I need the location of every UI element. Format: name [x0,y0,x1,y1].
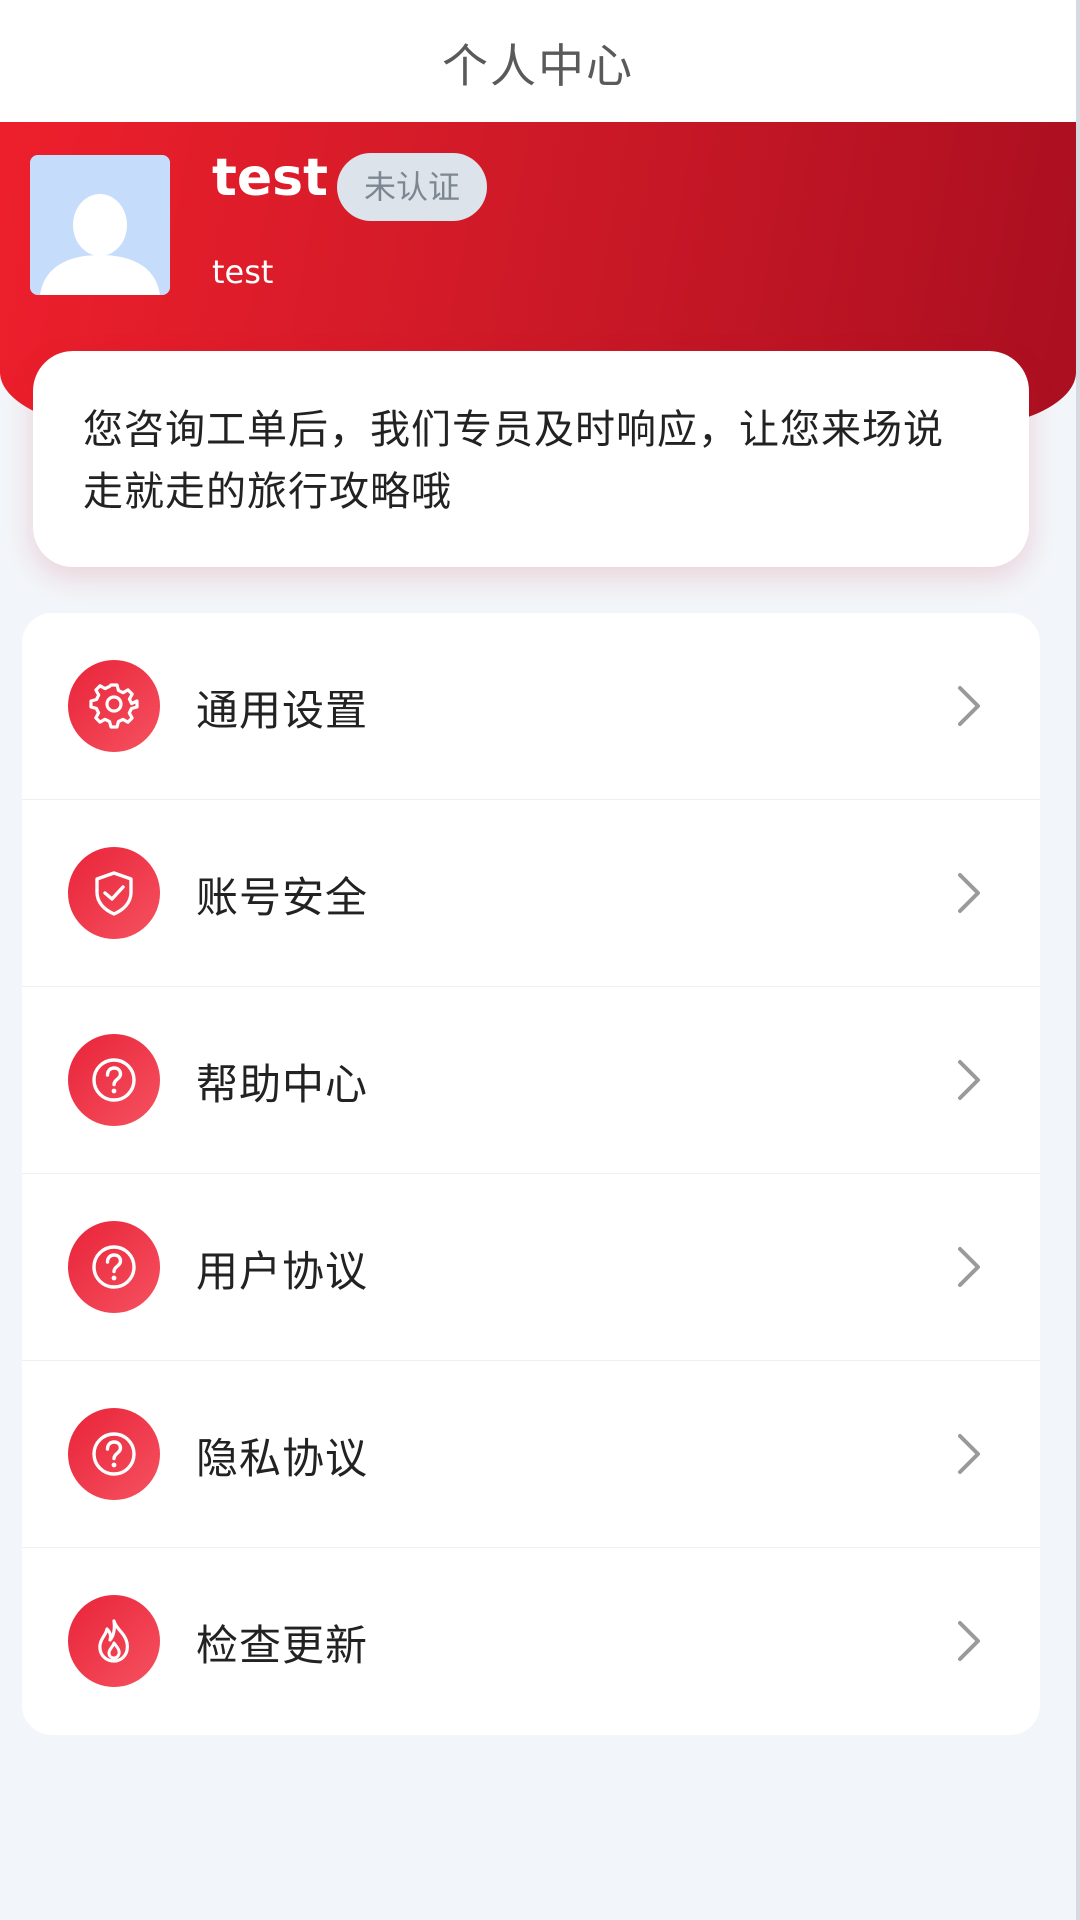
profile-account: test [212,253,274,291]
avatar[interactable] [30,155,170,295]
menu-item-label: 帮助中心 [196,1060,369,1109]
settings-menu: 通用设置 账号安全 帮助中心 用户协议 隐私协议 检查更新 [22,613,1040,1735]
menu-item-label: 通用设置 [196,686,369,735]
chevron-right-icon [958,1247,980,1287]
profile-name: test [212,148,328,208]
menu-item-help-center[interactable]: 帮助中心 [22,987,1040,1174]
scrollbar-edge [1076,0,1080,1920]
menu-item-privacy-agreement[interactable]: 隐私协议 [22,1361,1040,1548]
menu-item-label: 用户协议 [196,1247,369,1296]
verification-badge[interactable]: 未认证 [337,153,487,221]
question-circle-icon [68,1408,160,1500]
menu-item-user-agreement[interactable]: 用户协议 [22,1174,1040,1361]
chevron-right-icon [958,686,980,726]
notice-card: 您咨询工单后，我们专员及时响应，让您来场说走就走的旅行攻略哦 [33,351,1029,567]
menu-item-check-update[interactable]: 检查更新 [22,1548,1040,1735]
page: 个人中心 test 未认证 test 您咨询工单后，我们专员及时响应，让您来场说… [0,0,1076,1920]
question-circle-icon [68,1221,160,1313]
gear-icon [68,660,160,752]
chevron-right-icon [958,1434,980,1474]
chevron-right-icon [958,1621,980,1661]
menu-item-account-security[interactable]: 账号安全 [22,800,1040,987]
chevron-right-icon [958,1060,980,1100]
default-user-icon [30,155,170,295]
menu-item-label: 检查更新 [196,1621,369,1670]
menu-item-general-settings[interactable]: 通用设置 [22,613,1040,800]
flame-icon [68,1595,160,1687]
page-title: 个人中心 [442,39,634,93]
menu-item-label: 隐私协议 [196,1434,369,1483]
navbar: 个人中心 [0,0,1076,122]
menu-item-label: 账号安全 [196,873,369,922]
chevron-right-icon [958,873,980,913]
question-circle-icon [68,1034,160,1126]
notice-text: 您咨询工单后，我们专员及时响应，让您来场说走就走的旅行攻略哦 [83,407,944,515]
shield-check-icon [68,847,160,939]
